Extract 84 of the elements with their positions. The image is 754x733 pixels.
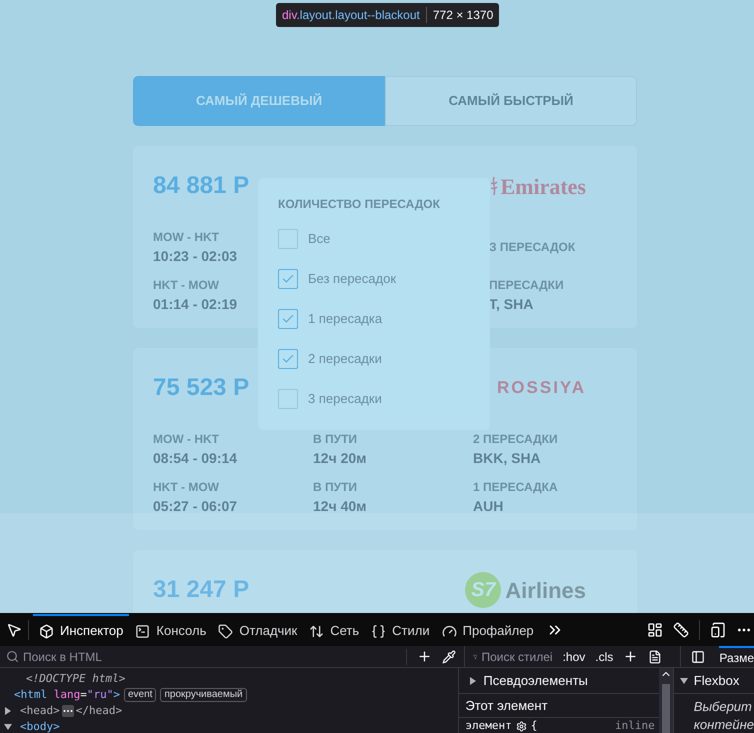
cls-button[interactable]: .cls: [595, 648, 614, 666]
ticket-price: 84 881 Р: [153, 171, 250, 201]
airline-logo-text: Airlines: [505, 576, 586, 604]
devtools-tab[interactable]: Инспектор: [33, 614, 130, 646]
segment-label: HKT - MOW: [153, 277, 219, 294]
segment-label: 1 ПЕРЕСАДКА: [473, 479, 558, 496]
checkbox[interactable]: [278, 229, 298, 249]
airline-logo-text: Emirates: [500, 172, 586, 200]
inspector-tool-icon: [39, 624, 54, 638]
segment-value: T, SHA: [489, 295, 534, 314]
eyedropper-icon[interactable]: [442, 650, 456, 664]
ticket-price: 31 247 Р: [153, 575, 250, 605]
popup-title: КОЛИЧЕСТВО ПЕРЕСАДОК: [278, 197, 441, 211]
palm-emblem-icon: [490, 175, 498, 197]
checkbox[interactable]: [278, 389, 298, 409]
element-selector: div.layout.layout--blackout: [282, 7, 420, 24]
segment-value: 01:14 - 02:19: [153, 295, 238, 314]
section-label[interactable]: Flexbox: [694, 670, 740, 690]
segment-label: ПЕРЕСАДКИ: [489, 277, 564, 294]
devtools-tab[interactable]: Профайлер: [436, 614, 540, 646]
add-node-icon[interactable]: [416, 649, 432, 664]
devtools-tab[interactable]: Отладчик: [212, 614, 304, 646]
console-tool-icon: [135, 624, 150, 638]
html-search-field[interactable]: Поиск в HTML: [0, 648, 406, 666]
hint-text: контейне: [694, 716, 754, 733]
segment-label: 2 ПЕРЕСАДКИ: [473, 431, 558, 448]
debugger-tool-icon: [218, 624, 234, 638]
search-icon: [6, 650, 19, 663]
devtools-tab[interactable]: Сеть: [303, 614, 366, 646]
devtools-tab[interactable]: Стили: [365, 614, 436, 646]
segment-label: З ПЕРЕСАДОК: [489, 239, 576, 256]
segment-value: AUH: [473, 497, 504, 516]
html-line[interactable]: <body>: [20, 719, 60, 733]
checkbox[interactable]: [278, 349, 298, 369]
gear-icon[interactable]: [516, 720, 527, 732]
document-icon[interactable]: [648, 650, 662, 664]
collapsed-triangle-icon[interactable]: [469, 676, 478, 684]
styles-tool-icon: [371, 624, 386, 638]
devtools-tab[interactable]: Консоль: [129, 614, 212, 646]
panel-icon[interactable]: [691, 650, 706, 664]
segment-label: В ПУТИ: [313, 479, 358, 496]
html-line[interactable]: <head>: [20, 703, 60, 719]
add-rule-icon[interactable]: [623, 649, 638, 664]
node-badge[interactable]: event: [124, 688, 156, 702]
segment-value: 05:27 - 06:07: [153, 497, 238, 516]
checkbox[interactable]: [278, 309, 298, 329]
styles-search-field[interactable]: Поиск стилеі: [472, 648, 553, 666]
ticket-price: 75 523 Р: [153, 373, 250, 403]
segment-value: 12ч 40м: [313, 497, 367, 516]
ruler-icon[interactable]: [673, 622, 689, 638]
expanded-triangle-icon[interactable]: [4, 723, 12, 731]
element-picker-icon[interactable]: [6, 622, 22, 638]
collapsed-content-icon[interactable]: [62, 705, 74, 717]
logo-badge: S7: [465, 572, 502, 608]
checkbox[interactable]: [278, 269, 298, 289]
hov-button[interactable]: :hov: [562, 648, 586, 666]
hint-text: Выберит: [694, 698, 753, 716]
rule-selector: элемент: [465, 718, 512, 733]
network-tool-icon: [309, 624, 324, 638]
airline-logo-text: ROSSIYA: [497, 377, 586, 400]
profiler-tool-icon: [442, 624, 457, 638]
segment-value: 10:23 - 02:03: [153, 247, 238, 266]
rule-source: inline: [615, 718, 656, 733]
expanded-triangle-icon[interactable]: [680, 676, 688, 684]
segment-label: MOW - HKT: [153, 229, 219, 246]
section-label: Этот элемент: [465, 696, 548, 715]
section-label[interactable]: Псевдоэлементы: [483, 670, 588, 690]
responsive-mode-icon[interactable]: [710, 622, 726, 638]
segment-value: 12ч 20м: [313, 449, 367, 468]
html-line[interactable]: </head>: [76, 703, 122, 719]
layout-tab[interactable]: Разме: [719, 646, 754, 668]
segment-label: В ПУТИ: [313, 431, 358, 448]
html-line[interactable]: <html lang="ru">: [14, 687, 120, 703]
grid-icon[interactable]: [647, 622, 663, 638]
segment-label: HKT - MOW: [153, 479, 219, 496]
node-badge[interactable]: прокручиваемый: [160, 688, 247, 702]
rule-brace: {: [530, 718, 538, 733]
html-line: <!DOCTYPE html>: [25, 671, 126, 687]
collapsed-triangle-icon[interactable]: [4, 707, 12, 715]
scrollbar[interactable]: [658, 668, 673, 733]
segment-value: BKK, SHA: [473, 449, 541, 468]
segment-value: 08:54 - 09:14: [153, 449, 238, 468]
segment-label: MOW - HKT: [153, 431, 219, 448]
element-size: 772 × 1370: [432, 7, 494, 24]
